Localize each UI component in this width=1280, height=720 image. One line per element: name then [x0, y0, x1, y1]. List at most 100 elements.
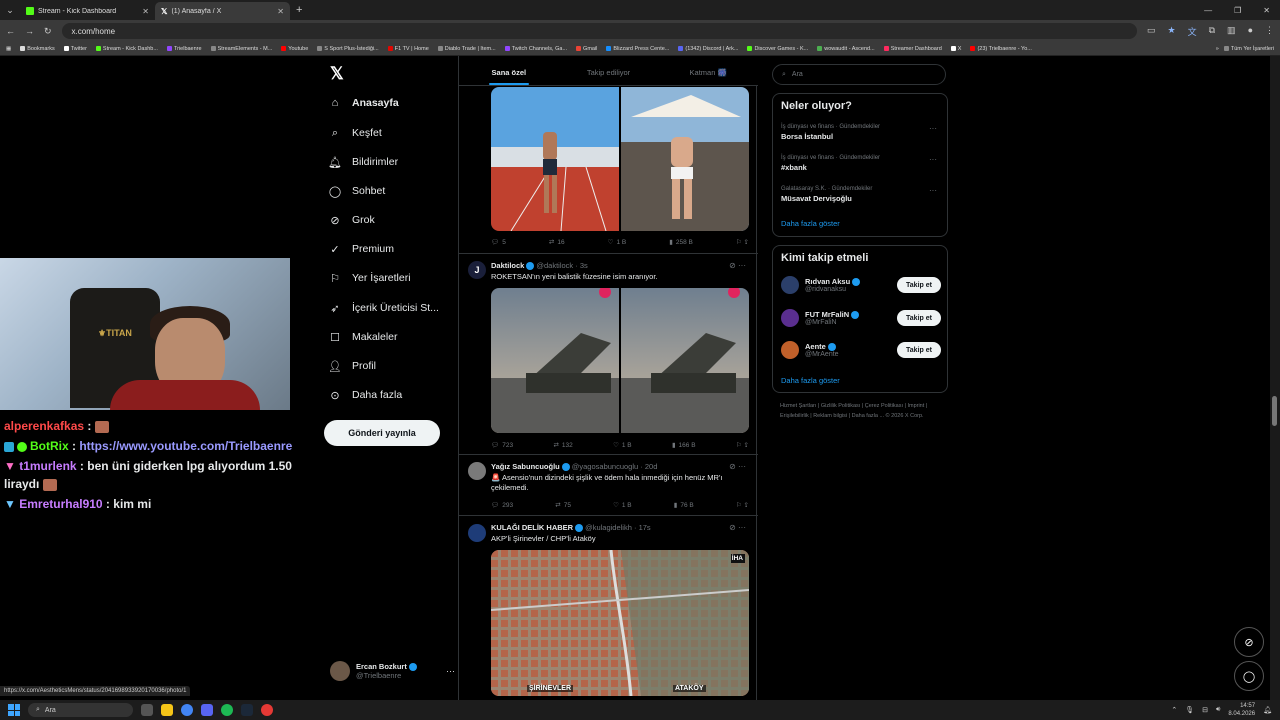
bookmark-item[interactable]: Stream - Kick Dashb... [95, 46, 158, 52]
tab-following[interactable]: Takip ediliyor [559, 56, 659, 85]
menu-icon[interactable]: ⋮ [1265, 25, 1274, 38]
follow-button[interactable]: Takip et [897, 277, 941, 293]
close-tab-icon[interactable]: ✕ [277, 7, 284, 16]
apps-icon[interactable]: ▦ [6, 46, 11, 52]
reply-button[interactable]: 💬︎ 293 [491, 501, 513, 510]
new-tab-icon[interactable]: + [296, 4, 302, 16]
reply-button[interactable]: 💬︎ 723 [491, 441, 513, 450]
more-options-icon[interactable]: ⊘ ··· [729, 261, 746, 270]
nav-home[interactable]: ⌂ Anasayfa [328, 96, 399, 110]
post-button[interactable]: Gönderi yayınla [324, 420, 440, 446]
all-bookmarks[interactable]: » Tüm Yer İşaretleri [1216, 46, 1280, 52]
tray-chevron-icon[interactable]: ⌃ [1171, 706, 1177, 714]
like-button[interactable]: ♡ 1 B [613, 441, 632, 450]
trend-item[interactable]: İş dünyası ve finans · Gündemdekiler #xba… [781, 155, 941, 172]
bookmark-item[interactable]: Twitter [63, 46, 87, 52]
tweet-media-missile[interactable] [491, 288, 749, 433]
avatar[interactable] [468, 524, 486, 542]
bookmark-item[interactable]: (1342) Discord | Ark... [678, 46, 738, 52]
forward-icon[interactable]: → [25, 26, 34, 36]
bookmark-item[interactable]: S Sport Plus-İstediği... [317, 46, 379, 52]
obs-icon[interactable] [261, 704, 273, 716]
profile-avatar-icon[interactable]: ● [1248, 25, 1253, 38]
sidepanel-icon[interactable]: ▥ [1227, 25, 1236, 38]
tab-layer[interactable]: Katman 🎆 [658, 56, 758, 85]
like-button[interactable]: ♡ 1 B [608, 238, 627, 247]
minimize-icon[interactable]: — [1204, 6, 1212, 15]
bookmark-item[interactable]: Diablo Trade | Item... [437, 46, 496, 52]
nav-more[interactable]: ⊙ Daha fazla [328, 388, 402, 402]
follow-button[interactable]: Takip et [897, 310, 941, 326]
avatar[interactable] [468, 462, 486, 480]
page-scrollbar[interactable] [1270, 56, 1280, 700]
browser-tab-x[interactable]: 𝕏 (1) Anasayfa / X ✕ [155, 2, 290, 20]
steam-icon[interactable] [241, 704, 253, 716]
translate-icon[interactable]: 文 [1188, 25, 1197, 38]
browser-tab-kick[interactable]: Stream - Kick Dashboard ✕ [20, 2, 155, 20]
nav-premium[interactable]: ✓ Premium [328, 242, 394, 256]
bookmark-button[interactable]: ⚐ ⇪ [736, 441, 749, 449]
taskbar-search[interactable]: ⌕ Ara [28, 703, 133, 717]
spotify-icon[interactable] [221, 704, 233, 716]
bookmark-item[interactable]: Blizzard Press Cente... [606, 46, 669, 52]
nav-profile[interactable]: 👤︎ Profil [328, 359, 376, 373]
more-options-icon[interactable]: ⊘ ··· [729, 462, 746, 471]
nav-creator-studio[interactable]: ➶ İçerik Üreticisi St... [328, 301, 439, 315]
views-button[interactable]: ▮ 166 B [672, 441, 696, 450]
star-icon[interactable]: ★ [1168, 25, 1176, 38]
bookmark-item[interactable]: Discover Games - K... [747, 46, 808, 52]
views-button[interactable]: ▮ 76 B [674, 501, 694, 510]
volume-icon[interactable]: 🔊︎ [1216, 706, 1220, 714]
reload-icon[interactable]: ↻ [44, 26, 52, 37]
x-logo-icon[interactable]: 𝕏 [330, 64, 344, 84]
windows-start-icon[interactable] [8, 704, 20, 716]
views-button[interactable]: ▮ 258 B [669, 238, 693, 247]
bookmark-item[interactable]: Bookmarks [20, 46, 55, 52]
bookmark-item[interactable]: Gmail [576, 46, 597, 52]
bookmark-button[interactable]: ⚐ ⇪ [736, 501, 749, 509]
file-explorer-icon[interactable] [161, 704, 173, 716]
close-tab-icon[interactable]: ✕ [142, 7, 149, 16]
bookmark-button[interactable]: ⚐ ⇪ [736, 238, 749, 246]
bookmark-item[interactable]: Trielbaenre [166, 46, 202, 52]
repost-button[interactable]: ⇄ 16 [549, 238, 565, 247]
more-dots-icon[interactable]: ··· [929, 186, 937, 195]
cast-icon[interactable]: ▭ [1147, 25, 1156, 38]
bookmark-item[interactable]: (23) Trielbaenre - Yo... [970, 46, 1032, 52]
avatar[interactable] [781, 341, 799, 359]
repost-button[interactable]: ⇄ 132 [553, 441, 572, 450]
follow-button[interactable]: Takip et [897, 342, 941, 358]
close-window-icon[interactable]: ✕ [1263, 6, 1270, 15]
show-more-link[interactable]: Daha fazla göster [781, 376, 840, 385]
tab-search-icon[interactable]: ⌄ [0, 0, 20, 20]
bookmark-item[interactable]: Youtube [281, 46, 308, 52]
bookmark-item[interactable]: Twitch Channels, Ga... [504, 46, 567, 52]
task-view-icon[interactable] [141, 704, 153, 716]
bookmark-item[interactable]: F1 TV | Home [387, 46, 429, 52]
messages-fab-icon[interactable]: ◯ [1234, 661, 1264, 691]
account-switcher[interactable]: Ercan Bozkurt @Trielbaenre ··· [330, 661, 455, 681]
footer-links[interactable]: Hizmet Şartları | Gizlilik Politikası | … [780, 401, 940, 421]
repost-button[interactable]: ⇄ 75 [555, 501, 571, 510]
nav-chat[interactable]: ◯ Sohbet [328, 184, 385, 198]
nav-articles[interactable]: ☐ Makaleler [328, 330, 397, 344]
like-button[interactable]: ♡ 1 B [613, 501, 632, 510]
tweet-media-fitness[interactable] [491, 87, 749, 231]
reply-button[interactable]: 💬︎ 5 [491, 238, 506, 247]
more-dots-icon[interactable]: ··· [929, 124, 937, 133]
nav-notifications[interactable]: 🔔︎ Bildirimler [328, 155, 398, 169]
grok-fab-icon[interactable]: ⊘ [1234, 627, 1264, 657]
show-more-link[interactable]: Daha fazla göster [781, 219, 840, 228]
extension-icon[interactable]: ⧉ [1209, 25, 1215, 38]
back-icon[interactable]: ← [6, 26, 15, 36]
bookmark-item[interactable]: wowaudit - Ascend... [817, 46, 875, 52]
notifications-icon[interactable]: 🔔︎ [1263, 706, 1272, 714]
tab-for-you[interactable]: Sana özel [459, 56, 559, 85]
avatar[interactable] [781, 309, 799, 327]
avatar[interactable] [781, 276, 799, 294]
more-dots-icon[interactable]: ··· [929, 155, 937, 164]
nav-explore[interactable]: ⌕ Keşfet [328, 126, 382, 140]
more-options-icon[interactable]: ⊘ ··· [729, 523, 746, 532]
url-field[interactable]: x.com/home [61, 23, 1137, 39]
bookmark-item[interactable]: X [950, 46, 961, 52]
